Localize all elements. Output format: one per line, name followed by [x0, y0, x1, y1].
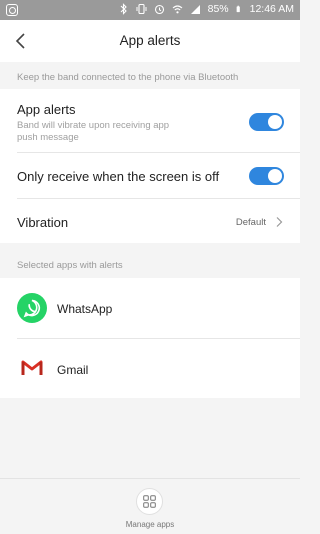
manage-apps-button[interactable] — [136, 488, 163, 515]
chevron-right-icon — [276, 217, 283, 227]
app-badge-icon — [6, 4, 18, 16]
status-icons: 85% 12:46 AM — [118, 3, 294, 15]
vibration-title: Vibration — [17, 215, 69, 230]
status-bar: 85% 12:46 AM — [0, 0, 300, 20]
clock: 12:46 AM — [249, 3, 294, 15]
battery-percent: 85% — [207, 3, 229, 15]
bluetooth-caption: Keep the band connected to the phone via… — [17, 72, 239, 83]
settings-card: App alerts Band will vibrate upon receiv… — [0, 89, 300, 243]
toggle-knob — [268, 169, 282, 183]
wifi-icon — [172, 5, 182, 14]
alarm-icon — [154, 4, 164, 15]
bluetooth-icon — [120, 3, 127, 15]
vibration-row[interactable]: Vibration Default — [0, 199, 300, 243]
page-title: App alerts — [119, 33, 181, 48]
signal-icon — [190, 5, 200, 14]
whatsapp-icon — [17, 293, 47, 323]
grid-icon — [143, 495, 156, 508]
app-alerts-title: App alerts — [17, 102, 76, 117]
manage-apps-label[interactable]: Manage apps — [0, 520, 300, 529]
gmail-icon — [21, 360, 43, 376]
toggle-knob — [268, 115, 282, 129]
battery-icon — [236, 5, 240, 13]
app-alerts-toggle[interactable] — [249, 113, 284, 131]
app-alerts-row[interactable]: App alerts Band will vibrate upon receiv… — [0, 89, 300, 152]
app-row-whatsapp[interactable]: WhatsApp — [0, 278, 300, 338]
apps-card: WhatsApp Gmail — [0, 278, 300, 398]
app-name: WhatsApp — [57, 302, 113, 316]
app-row-gmail[interactable]: Gmail — [0, 339, 300, 398]
apps-caption: Selected apps with alerts — [17, 260, 123, 271]
app-alerts-subtitle: Band will vibrate upon receiving app pus… — [17, 120, 170, 143]
vibration-value: Default — [235, 217, 266, 228]
screen-off-title: Only receive when the screen is off — [17, 169, 220, 184]
app-name: Gmail — [57, 363, 89, 377]
screen-off-row[interactable]: Only receive when the screen is off — [0, 153, 300, 198]
screen-off-toggle[interactable] — [249, 167, 284, 185]
bottom-bar: Manage apps — [0, 478, 300, 534]
top-app-bar: App alerts — [0, 20, 300, 62]
vibrate-icon — [136, 3, 147, 15]
